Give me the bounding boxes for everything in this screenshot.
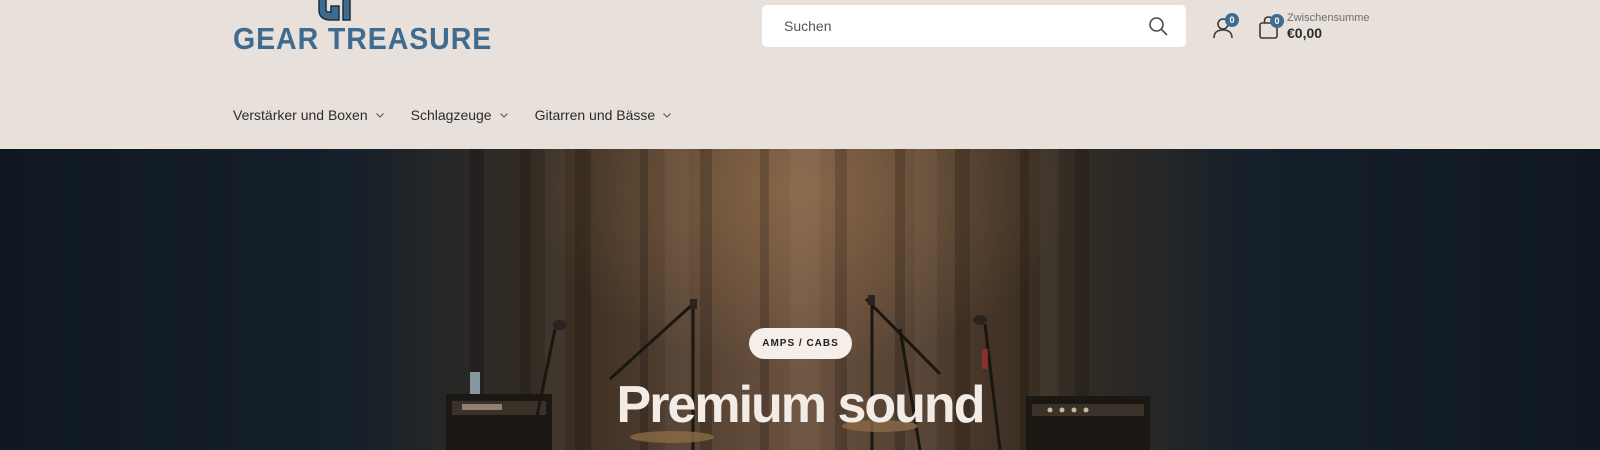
site-header: GEAR TREASURE 0 0 Zwischensumme €0,00 Ve…	[0, 0, 1600, 149]
hero-banner[interactable]: AMPS / CABS Premium sound	[0, 149, 1600, 450]
nav-item-gitarren-und-baesse[interactable]: Gitarren und Bässe	[535, 107, 673, 123]
subtotal-label: Zwischensumme	[1287, 12, 1370, 24]
brand-logo[interactable]: GEAR TREASURE	[233, 0, 491, 68]
hero-title: Premium sound	[616, 376, 986, 434]
search-input[interactable]	[784, 5, 1134, 47]
nav-item-label: Schlagzeuge	[410, 107, 492, 123]
nav-item-label: Gitarren und Bässe	[534, 107, 656, 123]
cart-badge: 0	[1270, 14, 1284, 28]
account-button[interactable]: 0	[1212, 13, 1239, 41]
subtotal-value: €0,00	[1287, 25, 1323, 41]
nav-item-schlagzeuge[interactable]: Schlagzeuge	[411, 107, 509, 123]
nav-item-verstaerker-und-boxen[interactable]: Verstärker und Boxen	[233, 107, 385, 123]
account-badge: 0	[1225, 13, 1239, 27]
chevron-down-icon	[663, 113, 672, 118]
search-icon[interactable]	[1148, 16, 1168, 36]
main-nav: Verstärker und Boxen Schlagzeuge Gitarre…	[233, 107, 698, 123]
brand-name: GEAR TREASURE	[233, 21, 493, 56]
category-tag[interactable]: AMPS / CABS	[749, 328, 852, 359]
nav-item-label: Verstärker und Boxen	[233, 107, 368, 123]
chevron-down-icon	[499, 113, 508, 118]
cart-subtotal[interactable]: Zwischensumme €0,00	[1287, 12, 1370, 42]
chevron-down-icon	[375, 113, 384, 118]
cart-button[interactable]: 0	[1257, 14, 1284, 41]
search-bar	[762, 5, 1186, 47]
